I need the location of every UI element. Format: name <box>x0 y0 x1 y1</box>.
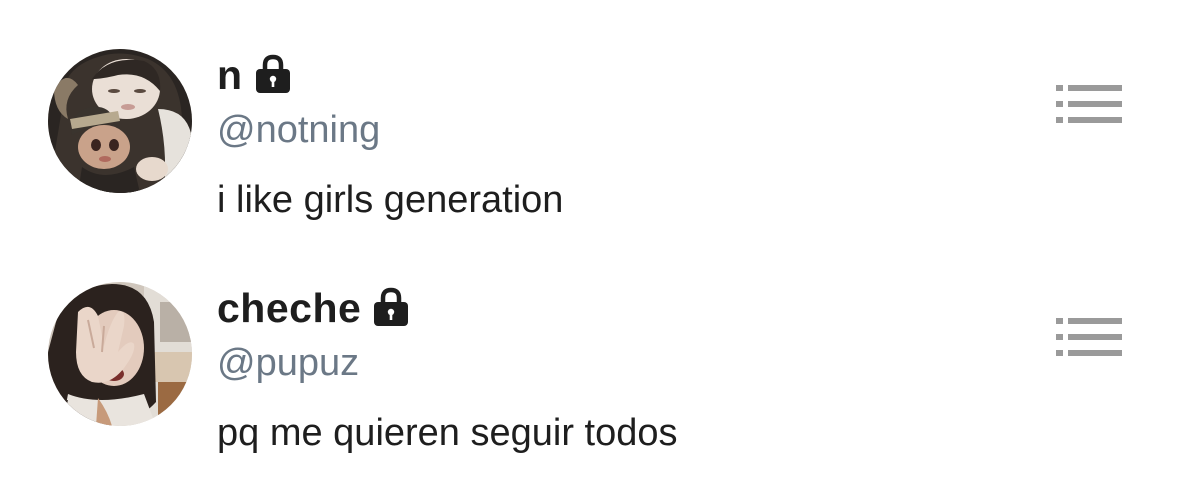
lock-icon <box>371 287 411 332</box>
list-icon[interactable] <box>1056 317 1122 357</box>
list-icon[interactable] <box>1056 84 1122 124</box>
avatar[interactable] <box>48 49 192 193</box>
user-list: n @notning i like girls generation chech… <box>0 0 1179 489</box>
user-bio: i like girls generation <box>217 179 564 221</box>
user-row[interactable]: cheche @pupuz pq me quieren seguir todos <box>0 233 1179 454</box>
display-name[interactable]: cheche <box>217 281 361 335</box>
user-handle[interactable]: @notning <box>217 106 563 154</box>
name-line: cheche <box>217 281 678 335</box>
user-info: n @notning i like girls generation <box>217 48 563 224</box>
avatar-photo <box>48 282 192 426</box>
avatar[interactable] <box>48 282 192 426</box>
user-info: cheche @pupuz pq me quieren seguir todos <box>217 281 678 457</box>
name-line: n <box>217 48 563 102</box>
user-bio: pq me quieren seguir todos <box>217 412 678 454</box>
avatar-photo <box>48 49 192 193</box>
user-handle[interactable]: @pupuz <box>217 339 678 387</box>
lock-icon <box>253 54 293 99</box>
user-row[interactable]: n @notning i like girls generation <box>0 0 1179 221</box>
display-name[interactable]: n <box>217 48 243 102</box>
